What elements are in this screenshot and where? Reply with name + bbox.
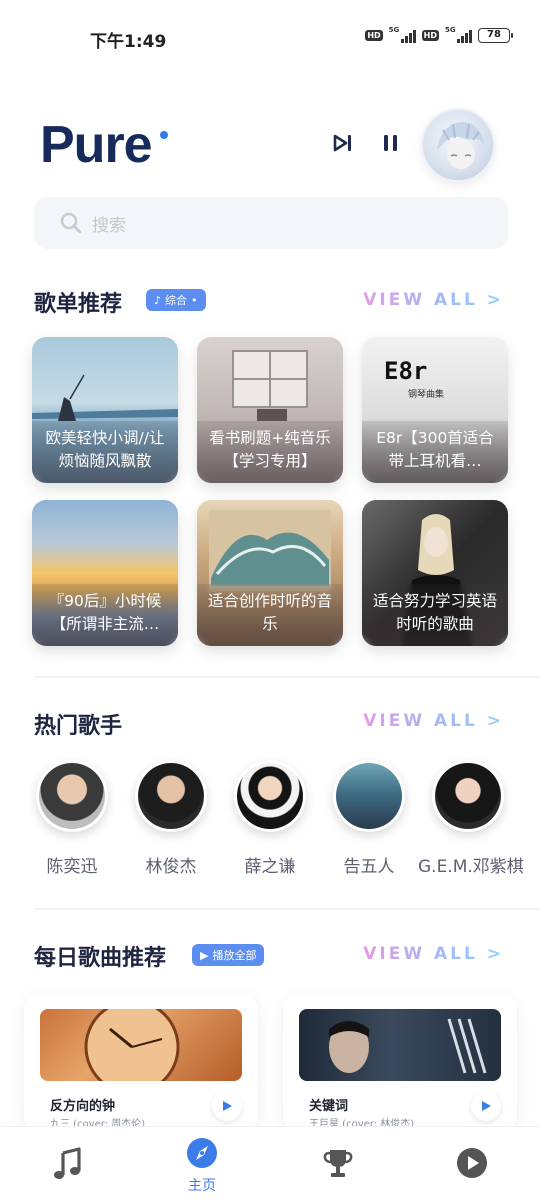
- nav-player[interactable]: [442, 1147, 502, 1183]
- playlist-filter-label: 综合: [165, 294, 188, 307]
- artist-avatar: [39, 763, 105, 829]
- playlist-title: 适合创作时听的音乐: [207, 592, 332, 633]
- artist-avatar: [336, 763, 402, 829]
- hd-badge: HD: [365, 30, 383, 41]
- playlist-title: 欧美轻快小调//让烦恼随风飘散: [45, 429, 165, 470]
- artist-item[interactable]: G.E.M.邓紫棋: [418, 760, 524, 877]
- cover-title: E8r: [384, 357, 428, 385]
- artists-view-all-link[interactable]: VIEW ALL >: [363, 711, 504, 731]
- play-circle-icon: [457, 1148, 487, 1178]
- search-placeholder: 搜索: [92, 215, 126, 236]
- playlist-card[interactable]: 适合努力学习英语时听的歌曲: [362, 500, 508, 646]
- artist-item[interactable]: 陈奕迅: [22, 760, 122, 877]
- search-bar[interactable]: 搜索: [34, 197, 508, 249]
- playlist-title: E8r【300首适合带上耳机看…: [376, 429, 494, 470]
- avatar-image: [437, 122, 485, 169]
- artist-avatar: [138, 763, 204, 829]
- pause-button[interactable]: [376, 128, 406, 158]
- song-cover: [40, 1009, 242, 1081]
- nav-music[interactable]: [38, 1147, 98, 1185]
- signal-icon: 5G: [388, 25, 416, 43]
- music-note-icon: ♪: [154, 293, 162, 307]
- artist-name: 薛之谦: [244, 857, 296, 877]
- artist-avatar: [435, 763, 501, 829]
- user-avatar[interactable]: [421, 108, 495, 182]
- song-card[interactable]: 关键词 王巨星 (cover: 林俊杰): [283, 993, 517, 1133]
- playlist-card[interactable]: 适合创作时听的音乐: [197, 500, 343, 646]
- song-play-button[interactable]: [212, 1091, 242, 1121]
- song-play-button[interactable]: [471, 1091, 501, 1121]
- playlist-filter-chip[interactable]: ♪ 综合 •: [146, 289, 206, 311]
- song-title: 关键词: [309, 1099, 349, 1114]
- artists-title: 热门歌手: [34, 714, 123, 739]
- artist-avatar: [237, 763, 303, 829]
- play-icon: ▶: [200, 948, 209, 962]
- network-type-label: 5G: [445, 25, 456, 34]
- battery-icon: 78: [478, 28, 513, 43]
- skip-next-icon: [333, 134, 351, 152]
- status-bar: 下午1:49 HD 5G HD 5G 78: [0, 0, 540, 76]
- playlist-title: 看书刷题+纯音乐【学习专用】: [209, 429, 331, 470]
- daily-view-all-link[interactable]: VIEW ALL >: [363, 944, 504, 964]
- nav-rankings[interactable]: [308, 1147, 368, 1183]
- artist-item[interactable]: 告五人: [319, 760, 419, 877]
- playlists-title: 歌单推荐: [34, 292, 123, 317]
- playlist-title: 适合努力学习英语时听的歌曲: [372, 592, 497, 633]
- artist-item[interactable]: 林俊杰: [121, 760, 221, 877]
- playlist-card[interactable]: 看书刷题+纯音乐【学习专用】: [197, 337, 343, 483]
- play-all-label: 播放全部: [212, 949, 257, 962]
- artist-name: 陈奕迅: [46, 857, 98, 877]
- hd-badge: HD: [421, 30, 439, 41]
- playlist-card[interactable]: 欧美轻快小调//让烦恼随风飘散: [32, 337, 178, 483]
- status-time: 下午1:49: [90, 32, 167, 52]
- trophy-icon: [323, 1150, 353, 1177]
- artist-item[interactable]: 薛之谦: [220, 760, 320, 877]
- pause-icon: [384, 135, 397, 151]
- artist-name: 林俊杰: [145, 857, 197, 877]
- section-divider: [34, 908, 540, 910]
- play-icon: [482, 1101, 491, 1111]
- search-icon: [60, 212, 82, 234]
- artist-name: 告五人: [343, 857, 395, 877]
- playlist-card[interactable]: 『90后』小时候【所谓非主流…: [32, 500, 178, 646]
- playlist-title: 『90后』小时候【所谓非主流…: [48, 592, 162, 633]
- playlists-view-all-link[interactable]: VIEW ALL >: [363, 290, 504, 310]
- play-all-button[interactable]: ▶ 播放全部: [192, 944, 265, 966]
- nav-home[interactable]: 主页: [172, 1137, 232, 1195]
- artist-name: G.E.M.邓紫棋: [418, 857, 524, 877]
- playlist-card[interactable]: E8r 钢琴曲集 E8r【300首适合带上耳机看…: [362, 337, 508, 483]
- status-icons: HD 5G HD 5G 78: [365, 25, 513, 43]
- song-card[interactable]: 反方向的钟 九三 (cover: 周杰伦): [24, 993, 258, 1133]
- logo-dot: [160, 131, 168, 139]
- next-track-button[interactable]: [328, 128, 358, 158]
- compass-icon: [187, 1138, 217, 1168]
- daily-title: 每日歌曲推荐: [34, 946, 167, 971]
- network-type-label: 5G: [388, 25, 400, 34]
- song-cover: [299, 1009, 501, 1081]
- chip-dot: •: [191, 293, 198, 307]
- song-title: 反方向的钟: [50, 1099, 116, 1114]
- bottom-nav: 主页: [0, 1126, 540, 1200]
- app-logo: Pure: [40, 116, 153, 174]
- nav-home-label: 主页: [188, 1178, 216, 1194]
- cover-subtitle: 钢琴曲集: [408, 390, 445, 400]
- section-divider: [34, 676, 540, 678]
- music-note-icon: [54, 1147, 81, 1179]
- play-icon: [223, 1101, 232, 1111]
- signal-icon: 5G: [445, 25, 472, 43]
